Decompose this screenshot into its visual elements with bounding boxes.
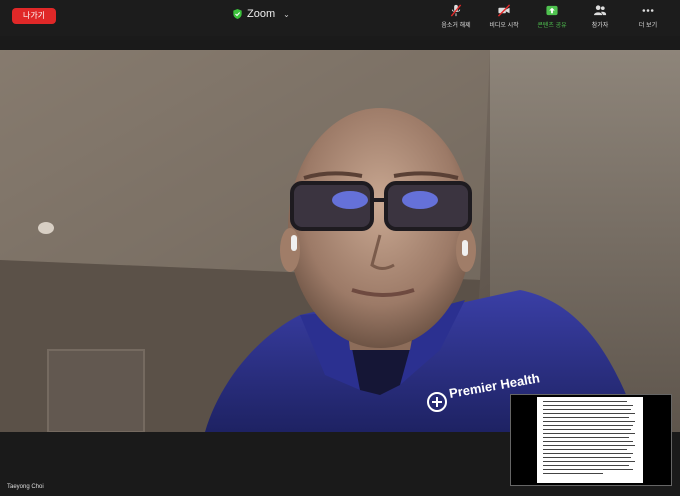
unmute-button[interactable]: 음소거 해제 bbox=[432, 4, 480, 32]
meeting-title[interactable]: Zoom ⌄ bbox=[233, 7, 290, 21]
meeting-toolbar: 음소거 해제 비디오 시작 콘텐츠 공유 참가자 더 보기 bbox=[432, 4, 672, 32]
participant-name-label: Taeyong Choi bbox=[7, 484, 44, 490]
share-content-button[interactable]: 콘텐츠 공유 bbox=[528, 4, 576, 32]
participant-video: Premier Health bbox=[0, 50, 680, 432]
share-content-label: 콘텐츠 공유 bbox=[537, 23, 567, 29]
start-video-label: 비디오 시작 bbox=[489, 23, 519, 29]
shared-document-thumbnail[interactable] bbox=[510, 394, 672, 486]
participants-icon bbox=[593, 5, 607, 16]
meeting-title-text: Zoom bbox=[247, 8, 276, 20]
participants-label: 참가자 bbox=[591, 23, 609, 29]
participants-button[interactable]: 참가자 bbox=[576, 4, 624, 32]
chevron-down-icon[interactable]: ⌄ bbox=[283, 10, 290, 19]
unmute-label: 음소거 해제 bbox=[441, 23, 471, 29]
start-video-button[interactable]: 비디오 시작 bbox=[480, 4, 528, 32]
share-screen-icon bbox=[546, 5, 558, 16]
video-camera-off-icon bbox=[497, 4, 511, 17]
more-button[interactable]: 더 보기 bbox=[624, 4, 672, 32]
microphone-muted-icon bbox=[450, 4, 462, 17]
document-page bbox=[537, 397, 643, 483]
meeting-top-bar: 나가기 Zoom ⌄ 음소거 해제 비디오 시작 콘텐츠 공유 참가자 더 보기 bbox=[0, 0, 680, 36]
video-frame-illustration: Premier Health bbox=[0, 50, 680, 432]
leave-button[interactable]: 나가기 bbox=[12, 8, 56, 24]
more-dots-icon bbox=[642, 9, 654, 12]
more-label: 더 보기 bbox=[638, 23, 658, 29]
shield-check-icon bbox=[233, 9, 242, 19]
